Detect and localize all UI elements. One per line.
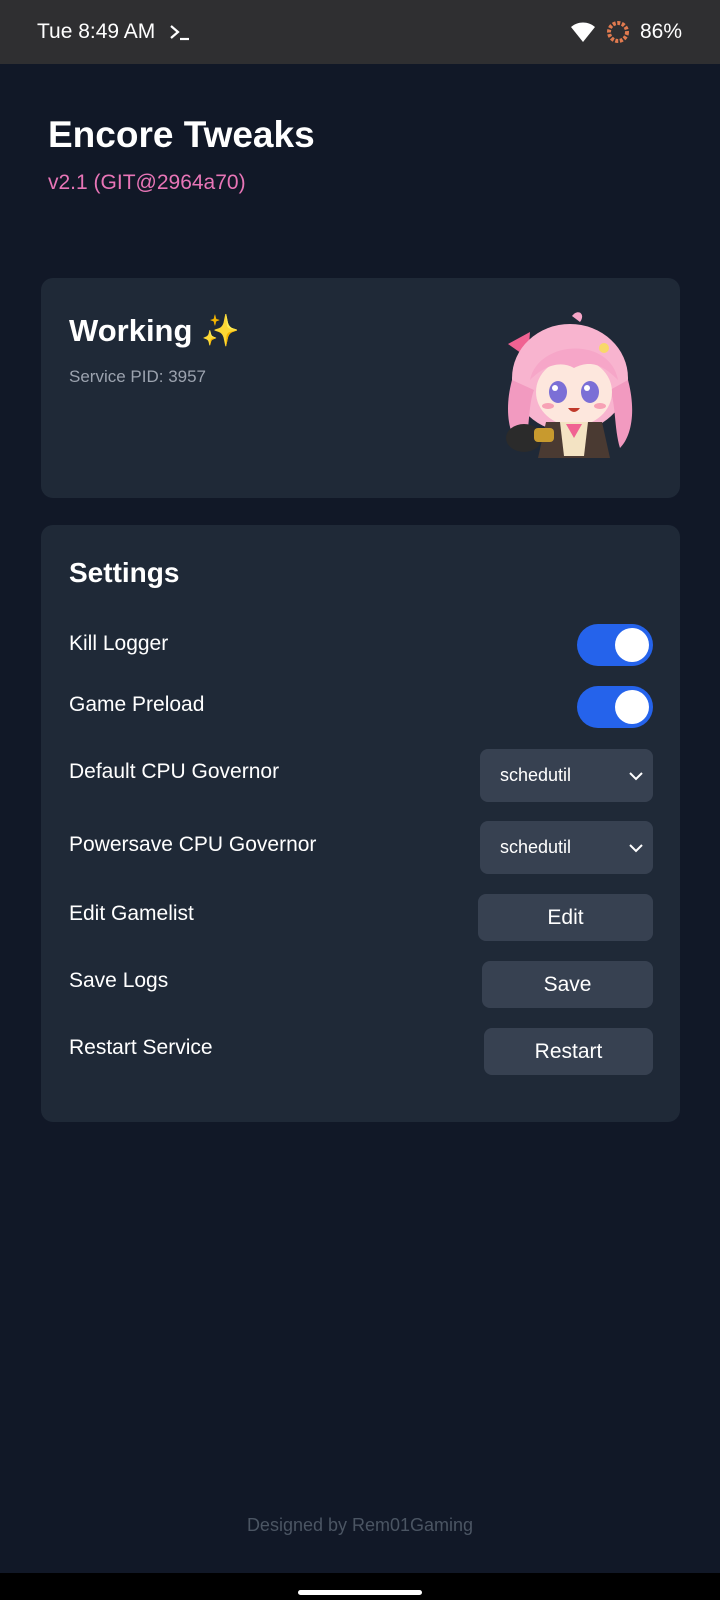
terminal-icon (170, 25, 190, 41)
wifi-icon (570, 22, 595, 42)
battery-ring-icon (606, 21, 629, 43)
status-right: 86% (570, 20, 682, 44)
default-governor-value: schedutil (500, 765, 572, 785)
battery-percentage: 86% (639, 20, 682, 43)
game-preload-label: Game Preload (69, 693, 205, 716)
powersave-governor-value: schedutil (500, 837, 572, 857)
default-governor-label: Default CPU Governor (69, 760, 280, 783)
save-logs-label: Save Logs (69, 969, 169, 992)
nav-bar (0, 1573, 720, 1600)
gesture-handle[interactable] (298, 1590, 422, 1595)
sparkles-icon: ✨ (201, 313, 240, 348)
edit-gamelist-label: Edit Gamelist (69, 902, 194, 925)
default-governor-select[interactable]: schedutil (480, 749, 653, 802)
restart-service-label: Restart Service (69, 1036, 213, 1059)
toggle-knob (615, 628, 649, 662)
chevron-down-icon (629, 843, 643, 852)
service-pid: Service PID: 3957 (69, 367, 207, 386)
status-left: Tue 8:49 AM (37, 20, 191, 44)
kill-logger-label: Kill Logger (69, 632, 169, 655)
save-logs-button[interactable]: Save (482, 961, 653, 1008)
chevron-down-icon (629, 771, 643, 780)
app-version: v2.1 (GIT@2964a70) (48, 171, 246, 194)
status-bar: Tue 8:49 AM 86% (0, 0, 720, 64)
footer-credit: Designed by Rem01Gaming (246, 1515, 474, 1535)
kill-logger-toggle[interactable] (577, 624, 653, 666)
app-title: Encore Tweaks (48, 114, 315, 155)
powersave-governor-select[interactable]: schedutil (480, 821, 653, 874)
restart-service-button[interactable]: Restart (484, 1028, 653, 1075)
status-card: Working ✨ Service PID: 3957 (41, 278, 680, 498)
toggle-knob (615, 690, 649, 724)
status-title: Working ✨ (69, 312, 240, 349)
settings-card: Settings Kill Logger Game Preload Defaul… (41, 525, 680, 1122)
powersave-governor-label: Powersave CPU Governor (69, 833, 317, 856)
mascot-image (506, 312, 633, 458)
status-time: Tue 8:49 AM (37, 20, 156, 43)
status-title-text: Working (69, 313, 193, 348)
game-preload-toggle[interactable] (577, 686, 653, 728)
settings-title: Settings (69, 557, 180, 588)
edit-gamelist-button[interactable]: Edit (478, 894, 653, 941)
